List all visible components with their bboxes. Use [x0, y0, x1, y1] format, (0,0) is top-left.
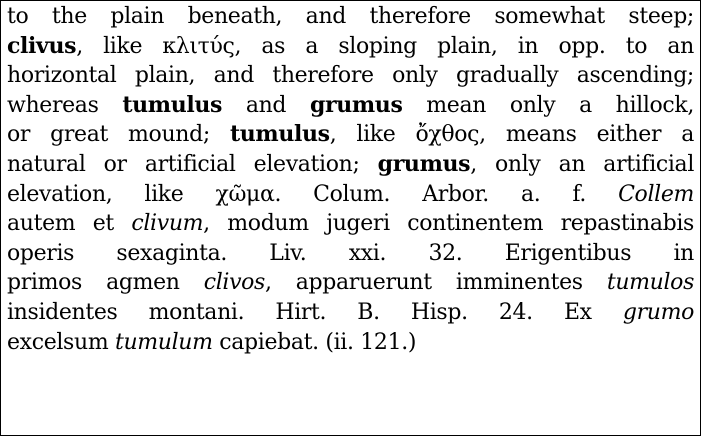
text-run: excelsum	[7, 329, 115, 355]
quote-italic: tumulos	[606, 270, 694, 296]
quote-italic: Collem	[618, 181, 694, 207]
text-run: capiebat. (ii. 121.)	[212, 329, 417, 355]
text-run: autem et	[7, 211, 132, 237]
text-run: , apparuerunt imminentes	[265, 270, 607, 296]
term-bold: clivus	[7, 32, 77, 59]
text-run: mean only a hillock,	[402, 92, 694, 118]
term-bold: grumus	[309, 91, 403, 118]
text-line-6: natural or artificial elevation; grumus,…	[7, 150, 694, 180]
text-run: operis sexaginta. Liv. xxi. 32. Erigenti…	[7, 240, 694, 266]
text-line-12: excelsum tumulum capiebat. (ii. 121.)	[7, 328, 694, 358]
text-line-11: insidentes montani. Hirt. B. Hisp. 24. E…	[7, 298, 694, 328]
quote-italic: clivos	[203, 270, 266, 296]
text-run: , like κλιτύς, as a sloping plain, in op…	[76, 33, 694, 59]
text-run: primos agmen	[7, 270, 204, 296]
term-bold: tumulus	[122, 91, 223, 118]
text-line-5: or great mound; tumulus, like ὄχθος, mea…	[7, 120, 694, 150]
text-line-7: elevation, like χῶμα. Colum. Arbor. a. f…	[7, 180, 694, 210]
text-run: insidentes montani. Hirt. B. Hisp. 24. E…	[7, 299, 623, 325]
text-run: whereas	[7, 92, 123, 118]
quote-italic: clivum	[131, 211, 204, 237]
text-run: or great mound;	[7, 122, 230, 148]
text-run: , modum jugeri continentem repastinabis	[203, 211, 694, 237]
term-bold: grumus	[377, 150, 471, 177]
text-run: , only an artificial	[470, 151, 694, 177]
text-run: to the plain beneath, and therefore some…	[7, 4, 694, 29]
text-line-4: whereas tumulus and grumus mean only a h…	[7, 91, 694, 121]
text-run: , like ὄχθος, means either a	[329, 122, 694, 148]
text-run: horizontal plain, and therefore only gra…	[7, 63, 694, 89]
text-line-1: to the plain beneath, and therefore some…	[7, 2, 694, 32]
text-run: natural or artificial elevation;	[7, 151, 378, 177]
text-line-3: horizontal plain, and therefore only gra…	[7, 61, 694, 91]
text-line-9: operis sexaginta. Liv. xxi. 32. Erigenti…	[7, 239, 694, 269]
text-line-8: autem et clivum, modum jugeri continente…	[7, 209, 694, 239]
document-page: to the plain beneath, and therefore some…	[0, 0, 701, 436]
term-bold: tumulus	[229, 121, 330, 148]
quote-italic: tumulum	[114, 329, 213, 355]
text-line-10: primos agmen clivos, apparuerunt imminen…	[7, 268, 694, 298]
quote-italic: grumo	[622, 299, 694, 325]
text-line-2: clivus, like κλιτύς, as a sloping plain,…	[7, 32, 694, 62]
text-run: elevation, like χῶμα. Colum. Arbor. a. f…	[7, 181, 619, 207]
text-run: and	[222, 92, 310, 118]
